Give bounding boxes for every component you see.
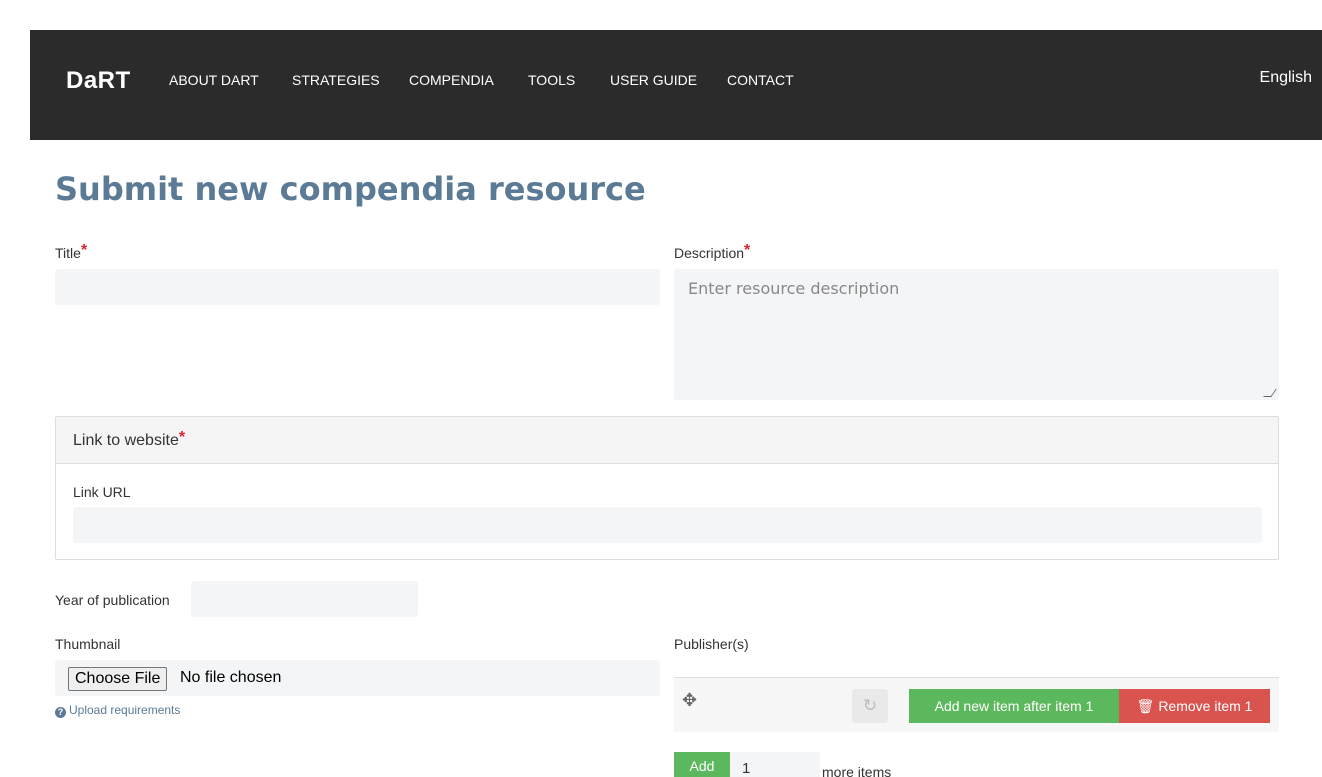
description-label: Description*	[674, 242, 751, 261]
link-panel-header: Link to website*	[56, 417, 1278, 464]
refresh-icon: ↻	[862, 696, 878, 715]
year-label: Year of publication	[55, 592, 170, 608]
more-items-label: more items	[822, 764, 892, 777]
nav-about-dart[interactable]: ABOUT DART	[169, 72, 259, 88]
title-input[interactable]	[55, 269, 660, 305]
link-panel: Link to website* Link URL	[55, 416, 1279, 560]
question-circle-icon: ?	[55, 707, 66, 718]
add-items-button[interactable]: Add	[674, 752, 730, 777]
publishers-label: Publisher(s)	[674, 636, 749, 652]
description-textarea[interactable]: Enter resource description	[674, 269, 1279, 400]
required-mark: *	[744, 242, 751, 259]
link-panel-title: Link to website*	[73, 429, 186, 449]
file-status: No file chosen	[180, 669, 282, 686]
link-url-label: Link URL	[73, 484, 131, 500]
add-after-item-button[interactable]: Add new item after item 1	[909, 689, 1119, 723]
nav-tools[interactable]: TOOLS	[528, 72, 575, 88]
year-input[interactable]	[191, 581, 418, 617]
description-placeholder: Enter resource description	[688, 279, 900, 298]
thumbnail-label: Thumbnail	[55, 636, 121, 652]
nav-strategies[interactable]: STRATEGIES	[292, 72, 380, 88]
title-label: Title*	[55, 242, 88, 261]
page-title: Submit new compendia resource	[55, 170, 646, 208]
nav-contact[interactable]: CONTACT	[727, 72, 794, 88]
nav-user-guide[interactable]: USER GUIDE	[610, 72, 697, 88]
move-icon[interactable]: ✥	[682, 690, 697, 711]
choose-file-button[interactable]: Choose File	[68, 667, 168, 691]
required-mark: *	[80, 242, 88, 259]
resize-grip-icon[interactable]	[1263, 389, 1277, 397]
refresh-button[interactable]: ↻	[852, 689, 888, 723]
language-selector[interactable]: English	[1260, 69, 1312, 87]
thumbnail-file-input: Choose File No file chosen	[55, 660, 660, 696]
upload-requirements-link[interactable]: ? Upload requirements	[55, 703, 180, 718]
add-count-input[interactable]: 1	[730, 752, 820, 777]
top-navbar: DaRT ABOUT DART STRATEGIES COMPENDIA TOO…	[30, 30, 1322, 140]
publisher-item-row: ✥ ↻ Add new item after item 1 🗑 Remove it…	[674, 677, 1279, 732]
brand-logo[interactable]: DaRT	[66, 67, 131, 95]
link-url-input[interactable]	[73, 507, 1262, 543]
remove-item-button[interactable]: 🗑 Remove item 1	[1119, 689, 1270, 723]
nav-compendia[interactable]: COMPENDIA	[409, 72, 494, 88]
add-count-value: 1	[742, 760, 751, 777]
trash-icon: 🗑	[1136, 698, 1155, 714]
required-mark: *	[178, 429, 186, 446]
